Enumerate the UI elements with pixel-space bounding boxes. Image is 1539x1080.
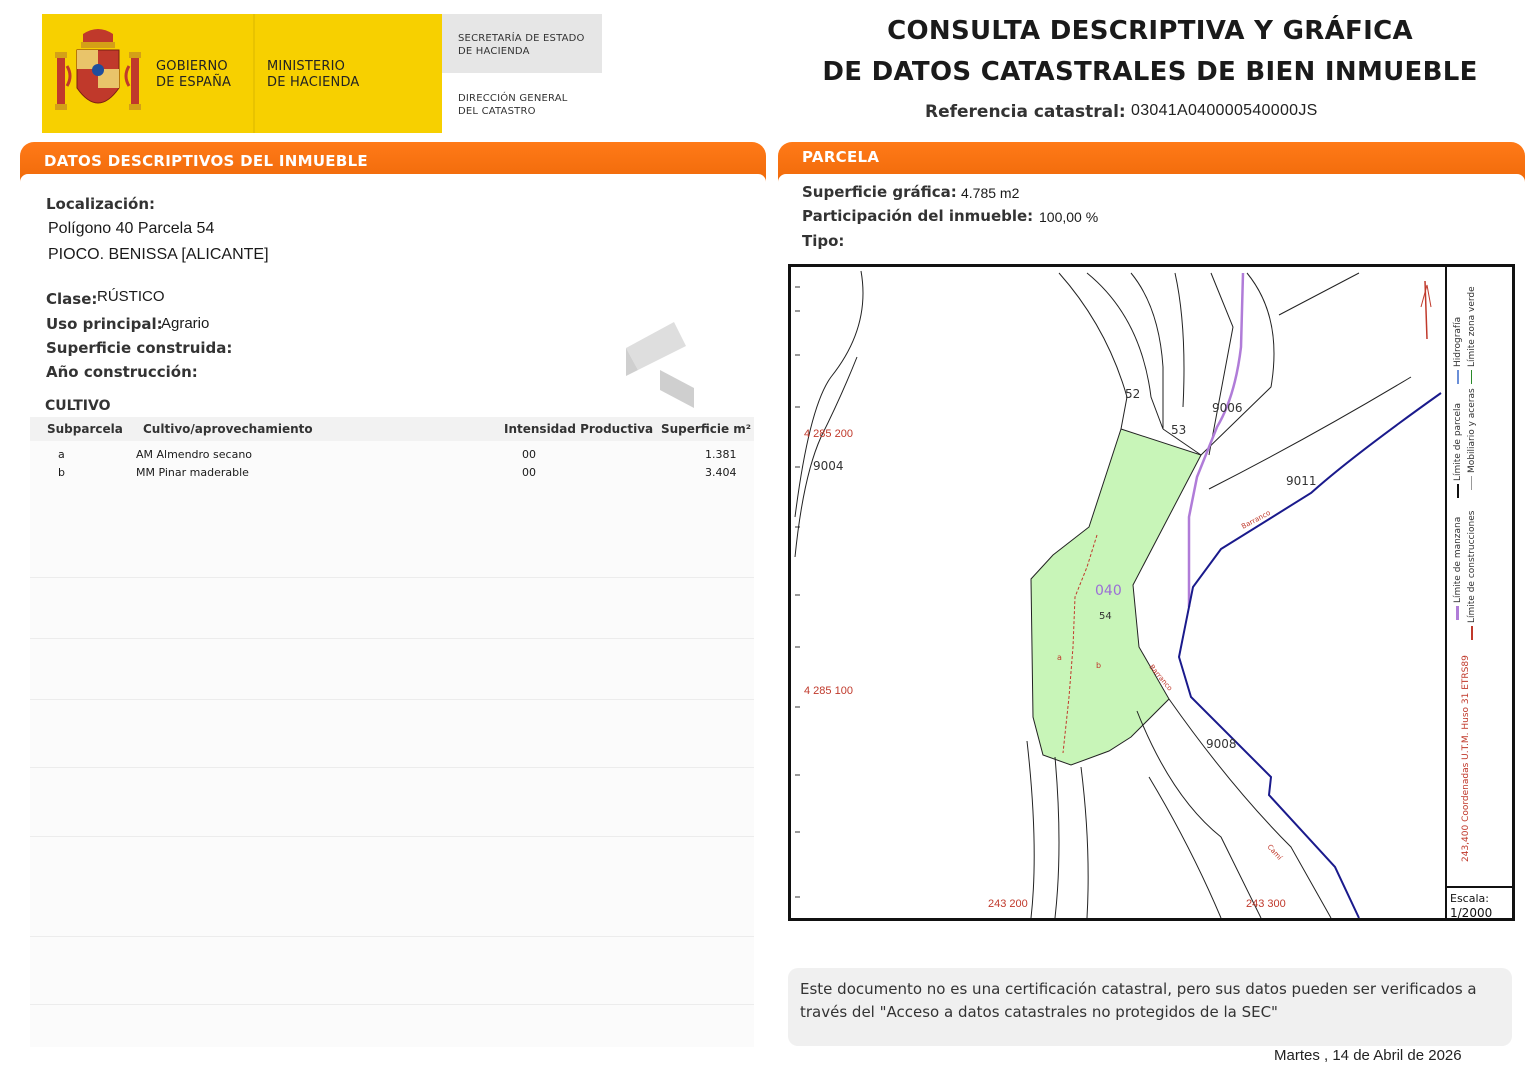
legend-purple-swatch xyxy=(1456,606,1459,620)
superficie-grafica-label: Superficie gráfica: xyxy=(802,183,957,201)
uso-principal-value: Agrario xyxy=(161,315,210,332)
document-title-line-1: CONSULTA DESCRIPTIVA Y GRÁFICA xyxy=(887,16,1413,46)
superficie-grafica-value: 4.785 m2 xyxy=(961,185,1020,201)
parcela-title: PARCELA xyxy=(802,148,880,166)
label-9008: 9008 xyxy=(1206,737,1237,751)
participacion-value: 100,00 % xyxy=(1039,209,1099,225)
localizacion-line-2: PIOCO. BENISSA [ALICANTE] xyxy=(48,246,269,263)
label-sub-b: b xyxy=(1096,661,1101,670)
road-label-cami: Camí xyxy=(1266,843,1285,862)
coord-y-4285200: 4 285 200 xyxy=(804,428,853,440)
legend-gray-swatch xyxy=(1471,476,1472,490)
col-intensidad: Intensidad Productiva xyxy=(504,422,654,436)
col-superficie: Superficie m² xyxy=(661,422,752,436)
row-b-superficie: 3.404 xyxy=(705,466,737,479)
parcela-header: PARCELA xyxy=(778,142,1525,182)
table-row-divider xyxy=(30,699,754,700)
clase-label: Clase: xyxy=(46,290,98,308)
referencia-catastral-value: 03041A040000540000JS xyxy=(1131,102,1318,119)
row-a-intensidad: 00 xyxy=(522,448,536,461)
row-b-intensidad: 00 xyxy=(522,466,536,479)
participacion-label: Participación del inmueble: xyxy=(802,207,1034,225)
row-a-superficie: 1.381 xyxy=(705,448,737,461)
logo-divider xyxy=(253,14,255,133)
document-title-line-2: DE DATOS CATASTRALES DE BIEN INMUEBLE xyxy=(822,57,1478,87)
row-a-subparcela: a xyxy=(58,448,65,461)
dg-line-1: DIRECCIÓN GENERAL xyxy=(458,93,568,104)
label-52: 52 xyxy=(1125,387,1140,401)
notice-text: Este documento no es una certificación c… xyxy=(800,980,1477,1021)
legend-green-swatch xyxy=(1471,370,1472,384)
legend-black-swatch xyxy=(1456,484,1459,498)
coord-x-243300: 243 300 xyxy=(1246,898,1286,910)
watermark-logo-icon xyxy=(626,322,694,408)
cadastral-map: 52 53 9006 9004 9011 9008 54 040 a b 4 2… xyxy=(794,270,1442,918)
row-b-cultivo: MM Pinar maderable xyxy=(136,466,249,479)
legend-zona-verde: Límite zona verde xyxy=(1467,286,1477,384)
label-9006: 9006 xyxy=(1212,401,1243,415)
legend-hidrografia: Hidrografía xyxy=(1453,317,1463,384)
label-53: 53 xyxy=(1171,423,1186,437)
row-a-cultivo: AM Almendro secano xyxy=(136,448,253,461)
uso-principal-label: Uso principal: xyxy=(46,315,163,333)
min-line-1: MINISTERIO xyxy=(267,59,346,74)
table-row-divider xyxy=(30,836,754,837)
min-line-2: DE HACIENDA xyxy=(267,75,360,90)
tipo-label: Tipo: xyxy=(802,232,845,250)
coat-of-arms-icon xyxy=(55,29,141,110)
superficie-construida-label: Superficie construida: xyxy=(46,339,233,357)
ano-construccion-label: Año construcción: xyxy=(46,363,198,381)
map-legend-divider xyxy=(1445,267,1447,918)
cultivo-title: CULTIVO xyxy=(45,398,111,414)
table-row-divider xyxy=(30,936,754,937)
dg-line-2: DEL CATASTRO xyxy=(458,106,536,117)
table-row-divider xyxy=(30,638,754,639)
datos-descriptivos-header: DATOS DESCRIPTIVOS DEL INMUEBLE xyxy=(20,142,766,182)
ministerio-label: MINISTERIO DE HACIENDA xyxy=(267,59,360,91)
col-subparcela: Subparcela xyxy=(47,422,123,436)
legend-limite-manzana: Límite de manzana xyxy=(1453,517,1463,620)
table-row-divider xyxy=(30,577,754,578)
document-date: Martes , 14 de Abril de 2026 xyxy=(1274,1047,1462,1064)
coord-y-4285100: 4 285 100 xyxy=(804,685,853,697)
legend-coordinates: 243,400 Coordenadas U.T.M. Huso 31 ETRS8… xyxy=(1461,655,1471,862)
legend-mobiliario: Mobiliario y aceras xyxy=(1467,388,1477,490)
referencia-catastral-label: Referencia catastral: xyxy=(925,102,1126,122)
coord-x-243200: 243 200 xyxy=(988,898,1028,910)
table-row-divider xyxy=(30,767,754,768)
sec-line-2: DE HACIENDA xyxy=(458,46,530,57)
label-9011: 9011 xyxy=(1286,474,1317,488)
legend-blue-swatch xyxy=(1456,370,1459,384)
col-cultivo: Cultivo/aprovechamiento xyxy=(143,422,313,436)
gov-line-1: GOBIERNO xyxy=(156,59,228,74)
sec-line-1: SECRETARÍA DE ESTADO xyxy=(458,33,585,44)
table-row-divider xyxy=(30,1004,754,1005)
clase-value: RÚSTICO xyxy=(97,288,165,305)
road-blue-line xyxy=(1177,392,1442,918)
cultivo-table xyxy=(30,417,754,1047)
localizacion-label: Localización: xyxy=(46,195,156,213)
legend-red-swatch xyxy=(1470,626,1473,640)
legend-limite-parcela: Límite de parcela xyxy=(1453,403,1463,498)
label-poligono-040: 040 xyxy=(1095,583,1122,599)
legend-limite-construcciones: Límite de construcciones xyxy=(1467,511,1477,640)
label-9004: 9004 xyxy=(813,459,844,473)
localizacion-line-1: Polígono 40 Parcela 54 xyxy=(48,220,215,237)
row-b-subparcela: b xyxy=(58,466,65,479)
scale-value: 1/2000 xyxy=(1450,906,1493,920)
direccion-general-label: DIRECCIÓN GENERAL DEL CATASTRO xyxy=(458,92,568,118)
gov-line-2: DE ESPAÑA xyxy=(156,75,232,90)
datos-descriptivos-title: DATOS DESCRIPTIVOS DEL INMUEBLE xyxy=(44,152,368,170)
gobierno-label: GOBIERNO DE ESPAÑA xyxy=(156,59,231,91)
scale-label: Escala: xyxy=(1450,892,1489,905)
label-sub-a: a xyxy=(1057,653,1062,662)
secretaria-label: SECRETARÍA DE ESTADO DE HACIENDA xyxy=(458,32,585,58)
label-parcela-54: 54 xyxy=(1099,611,1112,622)
